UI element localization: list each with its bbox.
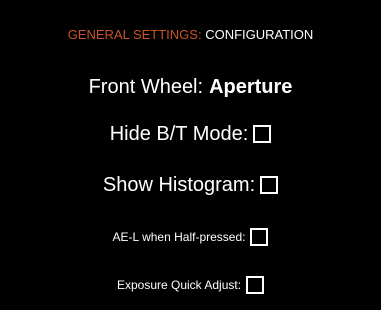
ael-half-pressed-label: AE-L when Half-pressed: [112,230,246,244]
configuration-screen: GENERAL SETTINGS: CONFIGURATION Front Wh… [0,0,381,310]
setting-show-histogram: Show Histogram: [0,171,381,199]
hide-bt-mode-checkbox[interactable] [253,125,272,143]
setting-ael-half-pressed: AE-L when Half-pressed: [0,226,381,248]
front-wheel-label: Front Wheel: [88,75,204,98]
show-histogram-label: Show Histogram: [102,173,256,196]
setting-hide-bt-mode: Hide B/T Mode: [0,120,381,148]
ael-half-pressed-checkbox[interactable] [250,228,269,246]
setting-exposure-quick-adjust: Exposure Quick Adjust: [0,274,381,296]
header: GENERAL SETTINGS: CONFIGURATION [0,27,381,43]
header-page-label: CONFIGURATION [205,27,314,42]
front-wheel-value[interactable]: Aperture [209,76,292,99]
exposure-quick-adjust-checkbox[interactable] [246,276,265,294]
hide-bt-mode-label: Hide B/T Mode: [109,122,249,145]
exposure-quick-adjust-label: Exposure Quick Adjust: [116,278,242,292]
header-section-label: GENERAL SETTINGS: [67,27,202,42]
setting-front-wheel[interactable]: Front Wheel: Aperture [0,73,381,101]
show-histogram-checkbox[interactable] [260,176,279,194]
